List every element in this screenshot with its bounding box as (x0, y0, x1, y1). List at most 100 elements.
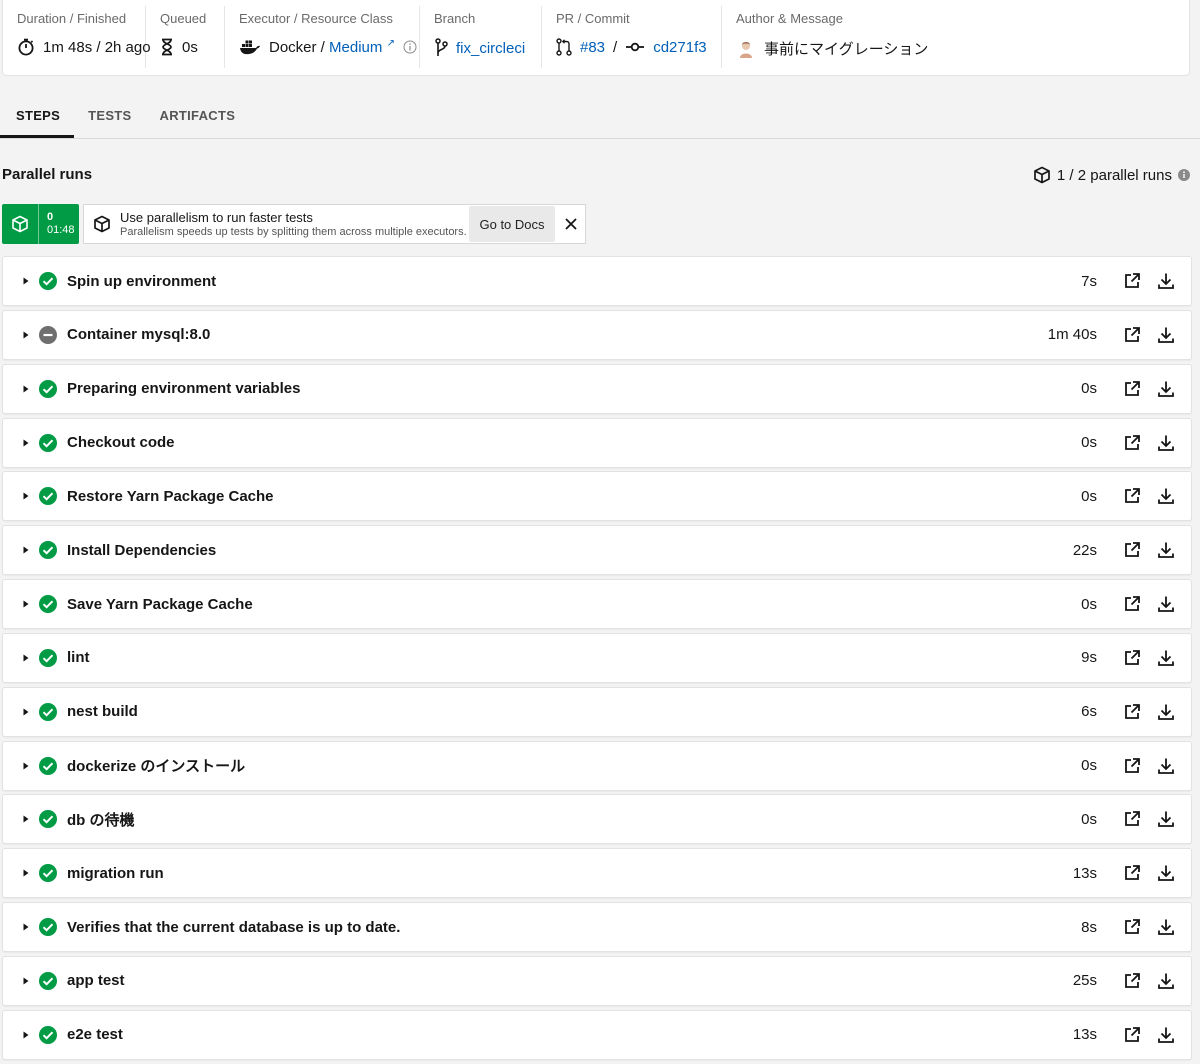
open-external-icon[interactable] (1115, 326, 1149, 344)
expand-caret-icon[interactable] (19, 653, 33, 663)
success-check-icon (38, 971, 58, 991)
pr-link[interactable]: #83 (580, 39, 605, 56)
step-row[interactable]: e2e test 13s (2, 1009, 1192, 1060)
open-external-icon[interactable] (1115, 757, 1149, 775)
download-icon[interactable] (1149, 541, 1183, 559)
step-name: Install Dependencies (67, 541, 217, 559)
download-icon[interactable] (1149, 810, 1183, 828)
step-row[interactable]: dockerize のインストール 0s (2, 740, 1192, 791)
step-duration: 7s (1081, 272, 1097, 290)
open-external-icon[interactable] (1115, 810, 1149, 828)
step-row[interactable]: Checkout code 0s (2, 417, 1192, 468)
download-icon[interactable] (1149, 703, 1183, 721)
download-icon[interactable] (1149, 918, 1183, 936)
open-external-icon[interactable] (1115, 649, 1149, 667)
step-row[interactable]: app test 25s (2, 955, 1192, 1006)
tab-artifacts[interactable]: ARTIFACTS (146, 92, 250, 138)
executor-label: Executor / Resource Class (239, 11, 393, 26)
open-external-icon[interactable] (1115, 434, 1149, 452)
download-icon[interactable] (1149, 487, 1183, 505)
expand-caret-icon[interactable] (19, 1030, 33, 1040)
download-icon[interactable] (1149, 757, 1183, 775)
hourglass-icon (160, 38, 174, 56)
parallel-runs-title: Parallel runs (2, 166, 93, 183)
promo-title: Use parallelism to run faster tests (120, 210, 313, 225)
branch-link[interactable]: fix_circleci (456, 40, 525, 57)
expand-caret-icon[interactable] (19, 976, 33, 986)
duration-label: Duration / Finished (17, 11, 127, 26)
expand-caret-icon[interactable] (19, 276, 33, 286)
step-row[interactable]: Container mysql:8.0 1m 40s (2, 309, 1192, 360)
go-to-docs-button[interactable]: Go to Docs (469, 206, 555, 242)
branch-label: Branch (434, 11, 476, 26)
step-name: lint (67, 649, 90, 667)
download-icon[interactable] (1149, 595, 1183, 613)
expand-caret-icon[interactable] (19, 868, 33, 878)
open-external-icon[interactable] (1115, 918, 1149, 936)
open-external-icon[interactable] (1115, 972, 1149, 990)
expand-caret-icon[interactable] (19, 814, 33, 824)
neutral-status-icon (38, 325, 58, 345)
download-icon[interactable] (1149, 434, 1183, 452)
expand-caret-icon[interactable] (19, 330, 33, 340)
open-external-icon[interactable] (1115, 380, 1149, 398)
pr-commit-column: PR / Commit #83 / cd271f3 (542, 6, 722, 68)
step-row[interactable]: lint 9s (2, 632, 1192, 683)
step-row[interactable]: Install Dependencies 22s (2, 525, 1192, 576)
open-external-icon[interactable] (1115, 487, 1149, 505)
promo-subtitle: Parallelism speeds up tests by splitting… (120, 226, 467, 238)
open-external-icon[interactable] (1115, 272, 1149, 290)
expand-caret-icon[interactable] (19, 599, 33, 609)
step-name: Checkout code (67, 434, 175, 452)
step-name: Save Yarn Package Cache (67, 595, 253, 613)
expand-caret-icon[interactable] (19, 438, 33, 448)
download-icon[interactable] (1149, 326, 1183, 344)
expand-caret-icon[interactable] (19, 384, 33, 394)
step-row[interactable]: migration run 13s (2, 848, 1192, 899)
external-link-icon[interactable]: ↗ (387, 38, 395, 49)
parallel-run-0-button[interactable]: 0 01:48 (2, 204, 79, 244)
open-external-icon[interactable] (1115, 1026, 1149, 1044)
download-icon[interactable] (1149, 864, 1183, 882)
step-name: db の待機 (67, 811, 135, 829)
download-icon[interactable] (1149, 272, 1183, 290)
step-duration: 1m 40s (1047, 326, 1097, 344)
expand-caret-icon[interactable] (19, 545, 33, 555)
step-row[interactable]: nest build 6s (2, 686, 1192, 737)
tab-tests[interactable]: TESTS (74, 92, 145, 138)
tab-steps[interactable]: STEPS (0, 92, 75, 138)
open-external-icon[interactable] (1115, 703, 1149, 721)
author-avatar[interactable] (736, 39, 756, 59)
queued-column: Queued 0s (146, 6, 225, 68)
open-external-icon[interactable] (1115, 864, 1149, 882)
resource-class-link[interactable]: Medium (329, 39, 382, 56)
stopwatch-icon (17, 38, 35, 56)
step-row[interactable]: Spin up environment 7s (2, 256, 1192, 306)
open-external-icon[interactable] (1115, 595, 1149, 613)
branch-icon (434, 38, 448, 58)
step-row[interactable]: Verifies that the current database is up… (2, 902, 1192, 953)
expand-caret-icon[interactable] (19, 491, 33, 501)
commit-link[interactable]: cd271f3 (653, 39, 706, 56)
download-icon[interactable] (1149, 972, 1183, 990)
info-icon[interactable] (1178, 169, 1190, 181)
box-icon (1033, 166, 1051, 184)
step-row[interactable]: db の待機 0s (2, 794, 1192, 845)
branch-column: Branch fix_circleci (420, 6, 542, 68)
step-duration: 0s (1081, 595, 1097, 613)
info-icon[interactable] (403, 40, 417, 54)
download-icon[interactable] (1149, 649, 1183, 667)
step-row[interactable]: Preparing environment variables 0s (2, 363, 1192, 414)
parallelism-promo-banner: Use parallelism to run faster tests Para… (83, 204, 586, 244)
expand-caret-icon[interactable] (19, 707, 33, 717)
success-check-icon (38, 486, 58, 506)
download-icon[interactable] (1149, 1026, 1183, 1044)
expand-caret-icon[interactable] (19, 922, 33, 932)
open-external-icon[interactable] (1115, 541, 1149, 559)
download-icon[interactable] (1149, 380, 1183, 398)
step-row[interactable]: Save Yarn Package Cache 0s (2, 579, 1192, 630)
close-icon[interactable] (557, 218, 585, 230)
parallel-runs-count: 1 / 2 parallel runs (1033, 166, 1190, 184)
step-row[interactable]: Restore Yarn Package Cache 0s (2, 471, 1192, 522)
expand-caret-icon[interactable] (19, 761, 33, 771)
